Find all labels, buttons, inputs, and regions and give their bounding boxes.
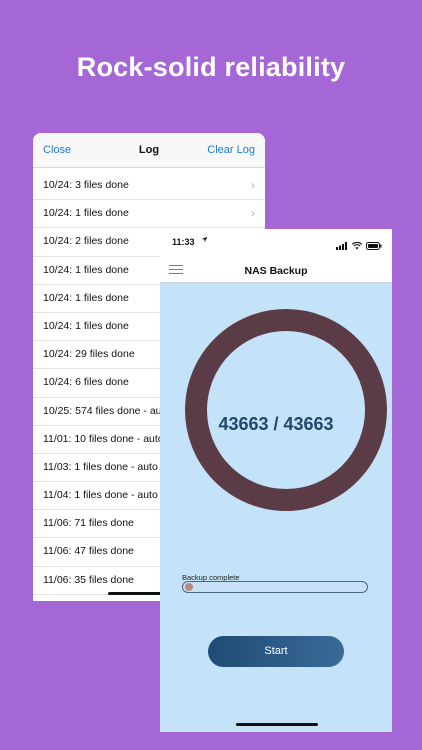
progress-bar: [182, 581, 368, 593]
log-entry-text: 10/24: 2 files done: [43, 235, 129, 248]
nas-backup-screen: 11:33 NAS Backup 43663 / 43663 Backup co…: [160, 229, 392, 732]
clear-log-button[interactable]: Clear Log: [207, 144, 255, 156]
signal-icon: [336, 242, 348, 250]
status-icons: [336, 237, 382, 255]
log-entry-text: 10/24: 6 files done: [43, 376, 129, 389]
log-entry-text: 11/06: 71 files done: [43, 517, 134, 530]
log-entry-text: 10/24: 29 files done: [43, 348, 135, 361]
chevron-right-icon: ›: [251, 178, 255, 192]
log-entry[interactable]: 10/24: 3 files done ›: [33, 172, 265, 201]
log-entry[interactable]: 10/24: 1 files done ›: [33, 200, 265, 229]
log-entry-text: 10/24: 1 files done: [43, 263, 129, 276]
log-entry-text: 11/01: 10 files done - auto: [43, 432, 164, 445]
log-entry-text: 11/06: 35 files done: [43, 573, 134, 586]
wifi-icon: [351, 241, 362, 250]
log-entry-text: 10/24: 1 files done: [43, 207, 129, 220]
progress-bar-knob: [185, 583, 193, 591]
log-entry-text: 11/03: 1 files done - auto: [43, 460, 158, 473]
status-time: 11:33: [172, 237, 195, 247]
home-indicator: [236, 723, 318, 726]
file-counter: 43663 / 43663: [218, 414, 334, 434]
log-entry-text: 11/06: 47 files done: [43, 545, 134, 558]
log-entry-text: 10/24: 1 files done: [43, 319, 129, 332]
progress-ring: [185, 309, 387, 511]
app-bar: NAS Backup: [160, 254, 392, 283]
start-button[interactable]: Start: [208, 636, 344, 667]
log-entry-text: 10/25: 574 files done - au: [43, 404, 162, 417]
status-bar: 11:33: [160, 229, 392, 254]
location-arrow-icon: [201, 236, 208, 243]
log-entry-text: 10/24: 1 files done: [43, 291, 129, 304]
headline: Rock-solid reliability: [76, 52, 346, 82]
log-nav-bar: Close Log Clear Log: [33, 133, 265, 168]
chevron-right-icon: ›: [251, 206, 255, 221]
app-title: NAS Backup: [244, 265, 308, 277]
log-entry-text: 11/04: 1 files done - auto: [43, 489, 158, 502]
log-entry-text: 10/24: 3 files done: [43, 179, 129, 191]
battery-icon: [366, 242, 382, 250]
